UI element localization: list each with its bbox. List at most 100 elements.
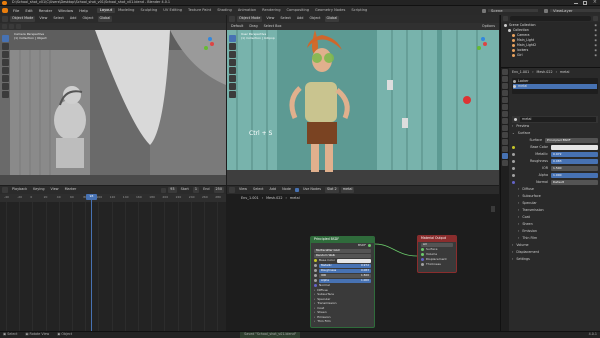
filter-icon[interactable]	[593, 16, 598, 21]
editor-type-icon[interactable]	[2, 16, 8, 22]
timeline-area[interactable]	[0, 202, 226, 331]
collapsed-subpanel[interactable]: › Emission	[512, 228, 598, 235]
node-sidebar-toggle-icon[interactable]	[491, 206, 495, 212]
properties-data-tab-icon[interactable]	[502, 146, 508, 152]
bsdf-input-field[interactable]: IOR 1.500	[319, 273, 371, 278]
material-output-node[interactable]: Material Output All Surface Volume Displac…	[417, 235, 457, 273]
bsdf-input-field[interactable]: Roughness 0.083	[319, 268, 371, 273]
select-tool-icon-right[interactable]	[229, 35, 236, 42]
properties-modifier-tab-icon[interactable]	[502, 118, 508, 124]
visibility-eye-icon[interactable]: ◉	[594, 44, 597, 47]
timeline-ruler[interactable]: -40-200204060801001201401601802002202402…	[0, 194, 226, 202]
slot-metal[interactable]: metal	[513, 84, 597, 89]
properties-particles-tab-icon[interactable]	[502, 125, 508, 131]
tl-menu-view[interactable]: View	[49, 187, 61, 191]
blender-menu-icon[interactable]	[2, 8, 8, 13]
bsdf-input-field[interactable]: Alpha 1.000	[319, 278, 371, 283]
view-layer-icon[interactable]	[544, 8, 548, 13]
transform-orientation-right[interactable]: Global	[324, 16, 340, 22]
material-slot-list[interactable]: Locker metal	[512, 78, 598, 94]
rotate-tool-icon[interactable]	[2, 59, 9, 66]
gizmo-y-icon[interactable]	[204, 46, 208, 50]
bsdf-output-socket[interactable]	[368, 244, 371, 247]
snap-icon[interactable]	[9, 24, 14, 29]
properties-physics-tab-icon[interactable]	[502, 132, 508, 138]
preview-panel[interactable]: › Preview	[512, 123, 598, 130]
properties-constraints-tab-icon[interactable]	[502, 139, 508, 145]
material-datablock[interactable]: metal	[512, 116, 598, 123]
workspace-tab[interactable]: Geometry Nodes	[312, 8, 348, 14]
menu-edit[interactable]: Edit	[22, 8, 35, 13]
properties-render-tab-icon[interactable]	[502, 76, 508, 82]
distribution-dropdown[interactable]: Multiscatter GGX	[314, 248, 371, 253]
editor-type-icon-right[interactable]	[229, 16, 235, 22]
property-value-field[interactable]: Default	[551, 180, 598, 185]
collapsed-subpanel[interactable]: › Transmission	[512, 207, 598, 214]
gizmo-x-icon[interactable]	[210, 42, 214, 46]
input-socket[interactable]	[314, 279, 317, 282]
workspace-tab[interactable]: Animation	[235, 8, 259, 14]
properties-world-tab-icon[interactable]	[502, 104, 508, 110]
base-color-swatch[interactable]	[551, 145, 598, 150]
collapsed-subpanel[interactable]: › Coat	[512, 214, 598, 221]
move-tool-icon[interactable]	[2, 51, 9, 58]
left-nav-gizmo[interactable]	[200, 37, 218, 55]
mode-dropdown[interactable]: Object Mode	[10, 16, 36, 22]
outliner-search-input[interactable]	[510, 16, 591, 21]
output-input-socket[interactable]	[421, 258, 424, 261]
visibility-eye-icon[interactable]: ◉	[594, 24, 597, 27]
rotate-tool-icon-right[interactable]	[229, 59, 236, 66]
collapsed-subpanel[interactable]: › Thin Film	[512, 235, 598, 242]
end-frame-field[interactable]: 250	[213, 187, 224, 193]
gizmo-z-icon-right[interactable]	[481, 37, 485, 41]
material-name-field[interactable]: metal	[520, 116, 596, 123]
properties-output-tab-icon[interactable]	[502, 83, 508, 89]
properties-scene-tab-icon[interactable]	[502, 97, 508, 103]
transform-orientation[interactable]: Global	[97, 16, 113, 22]
workspace-tab[interactable]: UV Editing	[160, 8, 185, 14]
vr-menu-select[interactable]: Select	[278, 16, 292, 20]
menu-window[interactable]: Window	[55, 8, 76, 13]
collapsed-subpanel[interactable]: › Subsurface	[512, 193, 598, 200]
output-input-socket[interactable]	[421, 248, 424, 251]
surface-panel[interactable]: ⌄ Surface	[512, 130, 598, 137]
properties-view-layer-tab-icon[interactable]	[502, 90, 508, 96]
view-layer-selector[interactable]: ViewLayer	[550, 8, 600, 13]
right-viewport[interactable]: Object Mode View Select Add Object Globa…	[227, 15, 499, 185]
cursor-tool-icon[interactable]	[2, 43, 9, 50]
visibility-eye-icon[interactable]: ◉	[594, 39, 597, 42]
gizmo-z-icon[interactable]	[208, 37, 212, 41]
scale-tool-icon[interactable]	[2, 67, 9, 74]
timeline-type-icon[interactable]	[2, 187, 8, 193]
vl-menu-select[interactable]: Select	[51, 16, 65, 20]
annotate-tool-icon-right[interactable]	[229, 83, 236, 90]
select-tool-icon[interactable]	[2, 35, 9, 42]
tl-menu-playback[interactable]: Playback	[10, 187, 29, 191]
outliner-type-icon[interactable]	[503, 16, 508, 21]
properties-tool-tab-icon[interactable]	[502, 69, 508, 75]
move-tool-icon-right[interactable]	[229, 51, 236, 58]
bsdf-subpanel[interactable]: › Thin Film	[311, 320, 374, 325]
vl-menu-view[interactable]: View	[37, 16, 49, 20]
right-nav-gizmo[interactable]	[473, 37, 491, 55]
menu-help[interactable]: Help	[76, 8, 91, 13]
proportional-icon[interactable]	[16, 24, 21, 29]
bsdf-input-field[interactable]: Metallic 0.972	[319, 263, 371, 268]
properties-material-tab-icon[interactable]	[502, 153, 508, 159]
footer-panel[interactable]: › Volume	[512, 242, 598, 249]
select-mode-icon[interactable]	[2, 24, 7, 29]
vl-menu-add[interactable]: Add	[68, 16, 79, 20]
vr-menu-view[interactable]: View	[264, 16, 276, 20]
playhead[interactable]: 93	[86, 194, 97, 331]
vr-menu-object[interactable]: Object	[307, 16, 322, 20]
property-value-field[interactable]: 0.083	[551, 159, 598, 164]
mode-dropdown-right[interactable]: Object Mode	[237, 16, 263, 22]
drag-label[interactable]: Drag	[247, 24, 259, 28]
workspace-tab[interactable]: Texture Paint	[185, 8, 214, 14]
visibility-eye-icon[interactable]: ◉	[594, 29, 597, 32]
collapsed-subpanel[interactable]: › Sheen	[512, 221, 598, 228]
collapsed-subpanel[interactable]: › Specular	[512, 200, 598, 207]
menu-render[interactable]: Render	[36, 8, 56, 13]
start-frame-field[interactable]: 1	[192, 187, 200, 193]
gizmo-y-icon-right[interactable]	[477, 46, 481, 50]
